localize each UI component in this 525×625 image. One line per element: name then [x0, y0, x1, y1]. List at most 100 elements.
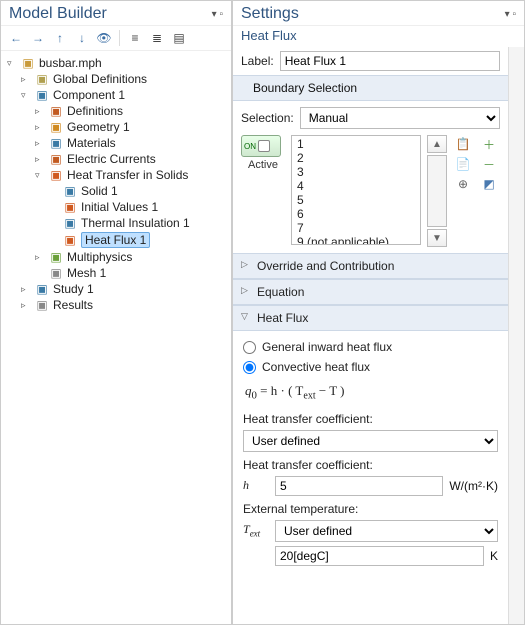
tree-node-icon: ▣: [48, 120, 64, 134]
zoom-extents-icon[interactable]: ⊕: [453, 175, 473, 193]
htc-unit: W/(m²·K): [449, 479, 498, 493]
tree-node-icon: ▣: [48, 168, 64, 182]
select-box-icon[interactable]: ◩: [479, 175, 499, 193]
tree-node-label: Materials: [67, 136, 116, 150]
convective-label: Convective heat flux: [262, 360, 370, 374]
tree-twist-icon[interactable]: ▹: [35, 138, 45, 149]
htc-input[interactable]: [275, 476, 443, 496]
htc-label-2: Heat transfer coefficient:: [243, 454, 498, 474]
tree-twist-icon[interactable]: ▹: [21, 284, 31, 295]
tree-item[interactable]: ▣Solid 1: [3, 183, 229, 199]
remove-icon[interactable]: －: [479, 155, 499, 173]
boundary-list-item[interactable]: 1: [293, 137, 419, 151]
scroll-down-icon[interactable]: ▼: [427, 229, 447, 247]
tree-node-label: Multiphysics: [67, 250, 132, 264]
boundary-list-item[interactable]: 3: [293, 165, 419, 179]
tree-node-label: Solid 1: [81, 184, 118, 198]
equation-section-header[interactable]: ▷ Equation: [233, 279, 508, 305]
tree-node-icon: ▣: [34, 88, 50, 102]
boundary-list-item[interactable]: 9 (not applicable): [293, 235, 419, 245]
collapse-icon[interactable]: ≡: [126, 29, 144, 47]
tree-item[interactable]: ▹▣Results: [3, 297, 229, 313]
tree-node-icon: ▣: [48, 152, 64, 166]
htc-type-dropdown[interactable]: User defined: [243, 430, 498, 452]
convective-radio[interactable]: [243, 361, 256, 374]
override-section-header[interactable]: ▷ Override and Contribution: [233, 253, 508, 279]
tree-twist-icon[interactable]: ▿: [35, 170, 45, 181]
show-icon[interactable]: 👁: [95, 29, 113, 47]
add-icon[interactable]: ＋: [479, 135, 499, 153]
boundary-list-item[interactable]: 5: [293, 193, 419, 207]
list-icon[interactable]: ▤: [170, 29, 188, 47]
tree-node-icon: ▣: [48, 136, 64, 150]
tree-item[interactable]: ▹▣Study 1: [3, 281, 229, 297]
copy-icon[interactable]: 📄: [453, 155, 473, 173]
forward-icon[interactable]: →: [29, 29, 47, 47]
expand-icon[interactable]: ≣: [148, 29, 166, 47]
tree-item[interactable]: ▣Heat Flux 1: [3, 231, 229, 249]
tree-twist-icon[interactable]: ▹: [35, 106, 45, 117]
tree-item[interactable]: ▹▣Electric Currents: [3, 151, 229, 167]
htc-label: Heat transfer coefficient:: [243, 408, 498, 428]
tree-twist-icon[interactable]: ▿: [21, 90, 31, 101]
tree-node-icon: ▣: [48, 266, 64, 280]
tree-item[interactable]: ▹▣Multiphysics: [3, 249, 229, 265]
htc-symbol: h: [243, 478, 269, 493]
tree-item[interactable]: ▿▣busbar.mph: [3, 55, 229, 71]
selection-label: Selection:: [241, 111, 294, 125]
panel-title-icons[interactable]: ▾ ▫: [212, 9, 223, 20]
text-type-dropdown[interactable]: User defined: [275, 520, 498, 542]
tree-item[interactable]: ▹▣Global Definitions: [3, 71, 229, 87]
up-icon[interactable]: ↑: [51, 29, 69, 47]
selection-dropdown[interactable]: Manual: [300, 107, 500, 129]
tree-node-label: Heat Flux 1: [81, 232, 150, 248]
boundary-list-item[interactable]: 7: [293, 221, 419, 235]
tree-item[interactable]: ▣Mesh 1: [3, 265, 229, 281]
scroll-track[interactable]: [427, 155, 447, 227]
tree-node-label: Component 1: [53, 88, 125, 102]
heatflux-section-header[interactable]: ▽ Heat Flux: [233, 305, 508, 331]
tree-item[interactable]: ▿▣Component 1: [3, 87, 229, 103]
boundary-list-item[interactable]: 6: [293, 207, 419, 221]
tree-node-label: Definitions: [67, 104, 123, 118]
label-row: Label:: [233, 47, 508, 75]
tree-item[interactable]: ▹▣Definitions: [3, 103, 229, 119]
tree-node-label: Study 1: [53, 282, 94, 296]
boundary-list-item[interactable]: 2: [293, 151, 419, 165]
scroll-up-icon[interactable]: ▲: [427, 135, 447, 153]
boundary-list-item[interactable]: 4: [293, 179, 419, 193]
tree-twist-icon[interactable]: ▹: [35, 154, 45, 165]
right-scrollbar[interactable]: [508, 47, 524, 624]
down-icon[interactable]: ↓: [73, 29, 91, 47]
tree-item[interactable]: ▹▣Materials: [3, 135, 229, 151]
tree-twist-icon[interactable]: ▿: [7, 58, 17, 69]
boundary-selection-header[interactable]: Boundary Selection: [233, 75, 508, 101]
general-inward-radio[interactable]: [243, 341, 256, 354]
model-tree[interactable]: ▿▣busbar.mph▹▣Global Definitions▿▣Compon…: [1, 51, 231, 624]
tree-node-label: Mesh 1: [67, 266, 106, 280]
panel-title-icons[interactable]: ▾ ▫: [505, 9, 516, 20]
tree-twist-icon[interactable]: ▹: [35, 252, 45, 263]
active-toggle[interactable]: ON: [241, 135, 281, 157]
tree-item[interactable]: ▣Initial Values 1: [3, 199, 229, 215]
tree-twist-icon[interactable]: ▹: [21, 300, 31, 311]
tree-item[interactable]: ▣Thermal Insulation 1: [3, 215, 229, 231]
text-symbol: Text: [243, 522, 269, 538]
heatflux-formula: q0 = h · ( Text − T ): [243, 377, 498, 408]
tree-item[interactable]: ▹▣Geometry 1: [3, 119, 229, 135]
text-input[interactable]: [275, 546, 484, 566]
tree-twist-icon[interactable]: ▹: [21, 74, 31, 85]
tree-node-icon: ▣: [34, 72, 50, 86]
tree-node-icon: ▣: [20, 56, 36, 70]
tree-twist-icon[interactable]: ▹: [35, 122, 45, 133]
tree-item[interactable]: ▿▣Heat Transfer in Solids: [3, 167, 229, 183]
settings-panel: Settings ▾ ▫ Heat Flux Label: Boundary S…: [232, 0, 525, 625]
tree-node-label: busbar.mph: [39, 56, 102, 70]
back-icon[interactable]: ←: [7, 29, 25, 47]
boundary-list[interactable]: 12345679 (not applicable): [291, 135, 421, 245]
tree-node-icon: ▣: [62, 184, 78, 198]
active-label: Active: [241, 159, 285, 171]
label-input[interactable]: [280, 51, 500, 71]
model-builder-title-bar: Model Builder ▾ ▫: [1, 1, 231, 26]
paste-icon[interactable]: 📋: [453, 135, 473, 153]
